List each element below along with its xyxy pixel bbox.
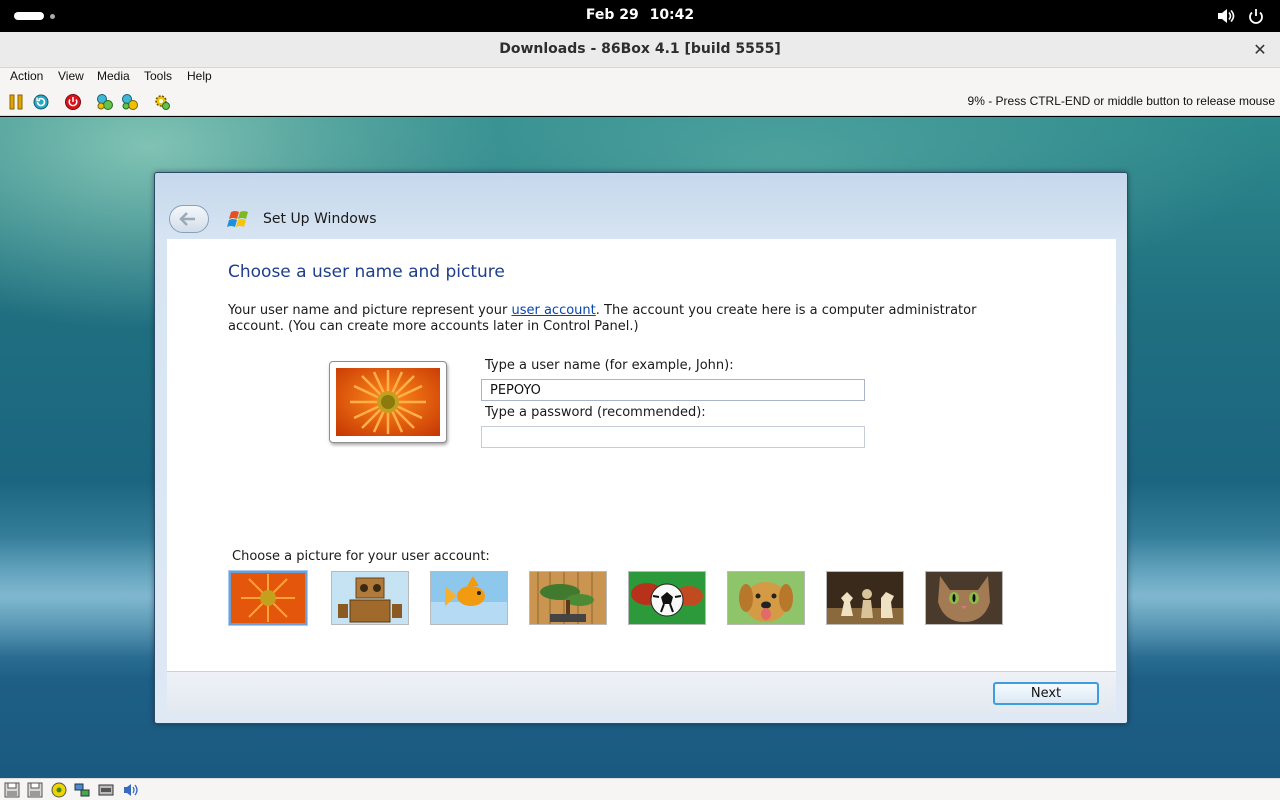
- setup-title: Set Up Windows: [263, 211, 377, 227]
- status-message: 9% - Press CTRL-END or middle button to …: [967, 94, 1275, 108]
- setup-content: Choose a user name and picture Your user…: [167, 239, 1116, 671]
- intro-text: Your user name and picture represent you…: [228, 303, 1028, 335]
- menu-help[interactable]: Help: [187, 69, 212, 83]
- picture-option-soccer-ball[interactable]: [628, 571, 706, 625]
- close-icon[interactable]: ✕: [1250, 40, 1270, 60]
- back-button[interactable]: [169, 205, 209, 233]
- menu-tools[interactable]: Tools: [144, 69, 172, 83]
- selected-picture-preview: [329, 361, 447, 443]
- back-arrow-icon: [179, 212, 195, 226]
- picture-option-chess[interactable]: [826, 571, 904, 625]
- picture-option-cat[interactable]: [925, 571, 1003, 625]
- cdrom-icon[interactable]: [51, 782, 67, 798]
- vm-screen[interactable]: Set Up Windows Choose a user name and pi…: [0, 117, 1280, 778]
- toolbar: 9% - Press CTRL-END or middle button to …: [0, 88, 1280, 116]
- picture-option-fish[interactable]: [430, 571, 508, 625]
- reset-icon[interactable]: [32, 93, 50, 111]
- volume-icon[interactable]: [1217, 8, 1235, 24]
- hard-disk-icon[interactable]: [98, 782, 114, 798]
- flower-picture: [336, 368, 440, 436]
- clock-time: 10:42: [649, 7, 695, 23]
- dialog-footer: Next: [167, 671, 1116, 713]
- floppy-drive-icon[interactable]: [4, 782, 20, 798]
- status-bar: [0, 778, 1280, 800]
- picture-option-flower[interactable]: [228, 570, 308, 626]
- clock[interactable]: Feb 29 10:42: [0, 7, 1280, 23]
- settings-icon[interactable]: [153, 93, 171, 111]
- power-off-icon[interactable]: [64, 93, 82, 111]
- menu-view[interactable]: View: [58, 69, 84, 83]
- username-label: Type a user name (for example, John):: [485, 358, 734, 373]
- windows-flag-icon: [227, 209, 251, 229]
- ctrl-alt-esc-icon[interactable]: [121, 93, 139, 111]
- page-heading: Choose a user name and picture: [228, 262, 505, 282]
- picture-chooser-label: Choose a picture for your user account:: [232, 549, 490, 564]
- window-title: Downloads - 86Box 4.1 [build 5555]: [499, 41, 781, 57]
- picture-option-dog[interactable]: [727, 571, 805, 625]
- picture-option-bonsai[interactable]: [529, 571, 607, 625]
- sound-icon[interactable]: [122, 782, 138, 798]
- pause-icon[interactable]: [7, 93, 25, 111]
- floppy-drive-icon[interactable]: [27, 782, 43, 798]
- password-label: Type a password (recommended):: [485, 405, 706, 420]
- menu-action[interactable]: Action: [10, 69, 43, 83]
- menu-bar: Action View Media Tools Help: [0, 68, 1280, 88]
- picture-option-robot[interactable]: [331, 571, 409, 625]
- ctrl-alt-del-icon[interactable]: [96, 93, 114, 111]
- menu-media[interactable]: Media: [97, 69, 130, 83]
- clock-date: Feb 29: [585, 7, 639, 23]
- user-account-link[interactable]: user account: [511, 303, 595, 318]
- system-top-bar: Feb 29 10:42: [0, 0, 1280, 32]
- next-button[interactable]: Next: [993, 682, 1099, 705]
- network-icon[interactable]: [74, 782, 90, 798]
- window-titlebar: Downloads - 86Box 4.1 [build 5555] ✕: [0, 32, 1280, 68]
- intro-text-start: Your user name and picture represent you…: [228, 303, 512, 318]
- power-icon[interactable]: [1247, 8, 1265, 24]
- password-input[interactable]: [481, 426, 865, 448]
- setup-windows-dialog: Set Up Windows Choose a user name and pi…: [154, 172, 1128, 724]
- username-input[interactable]: [481, 379, 865, 401]
